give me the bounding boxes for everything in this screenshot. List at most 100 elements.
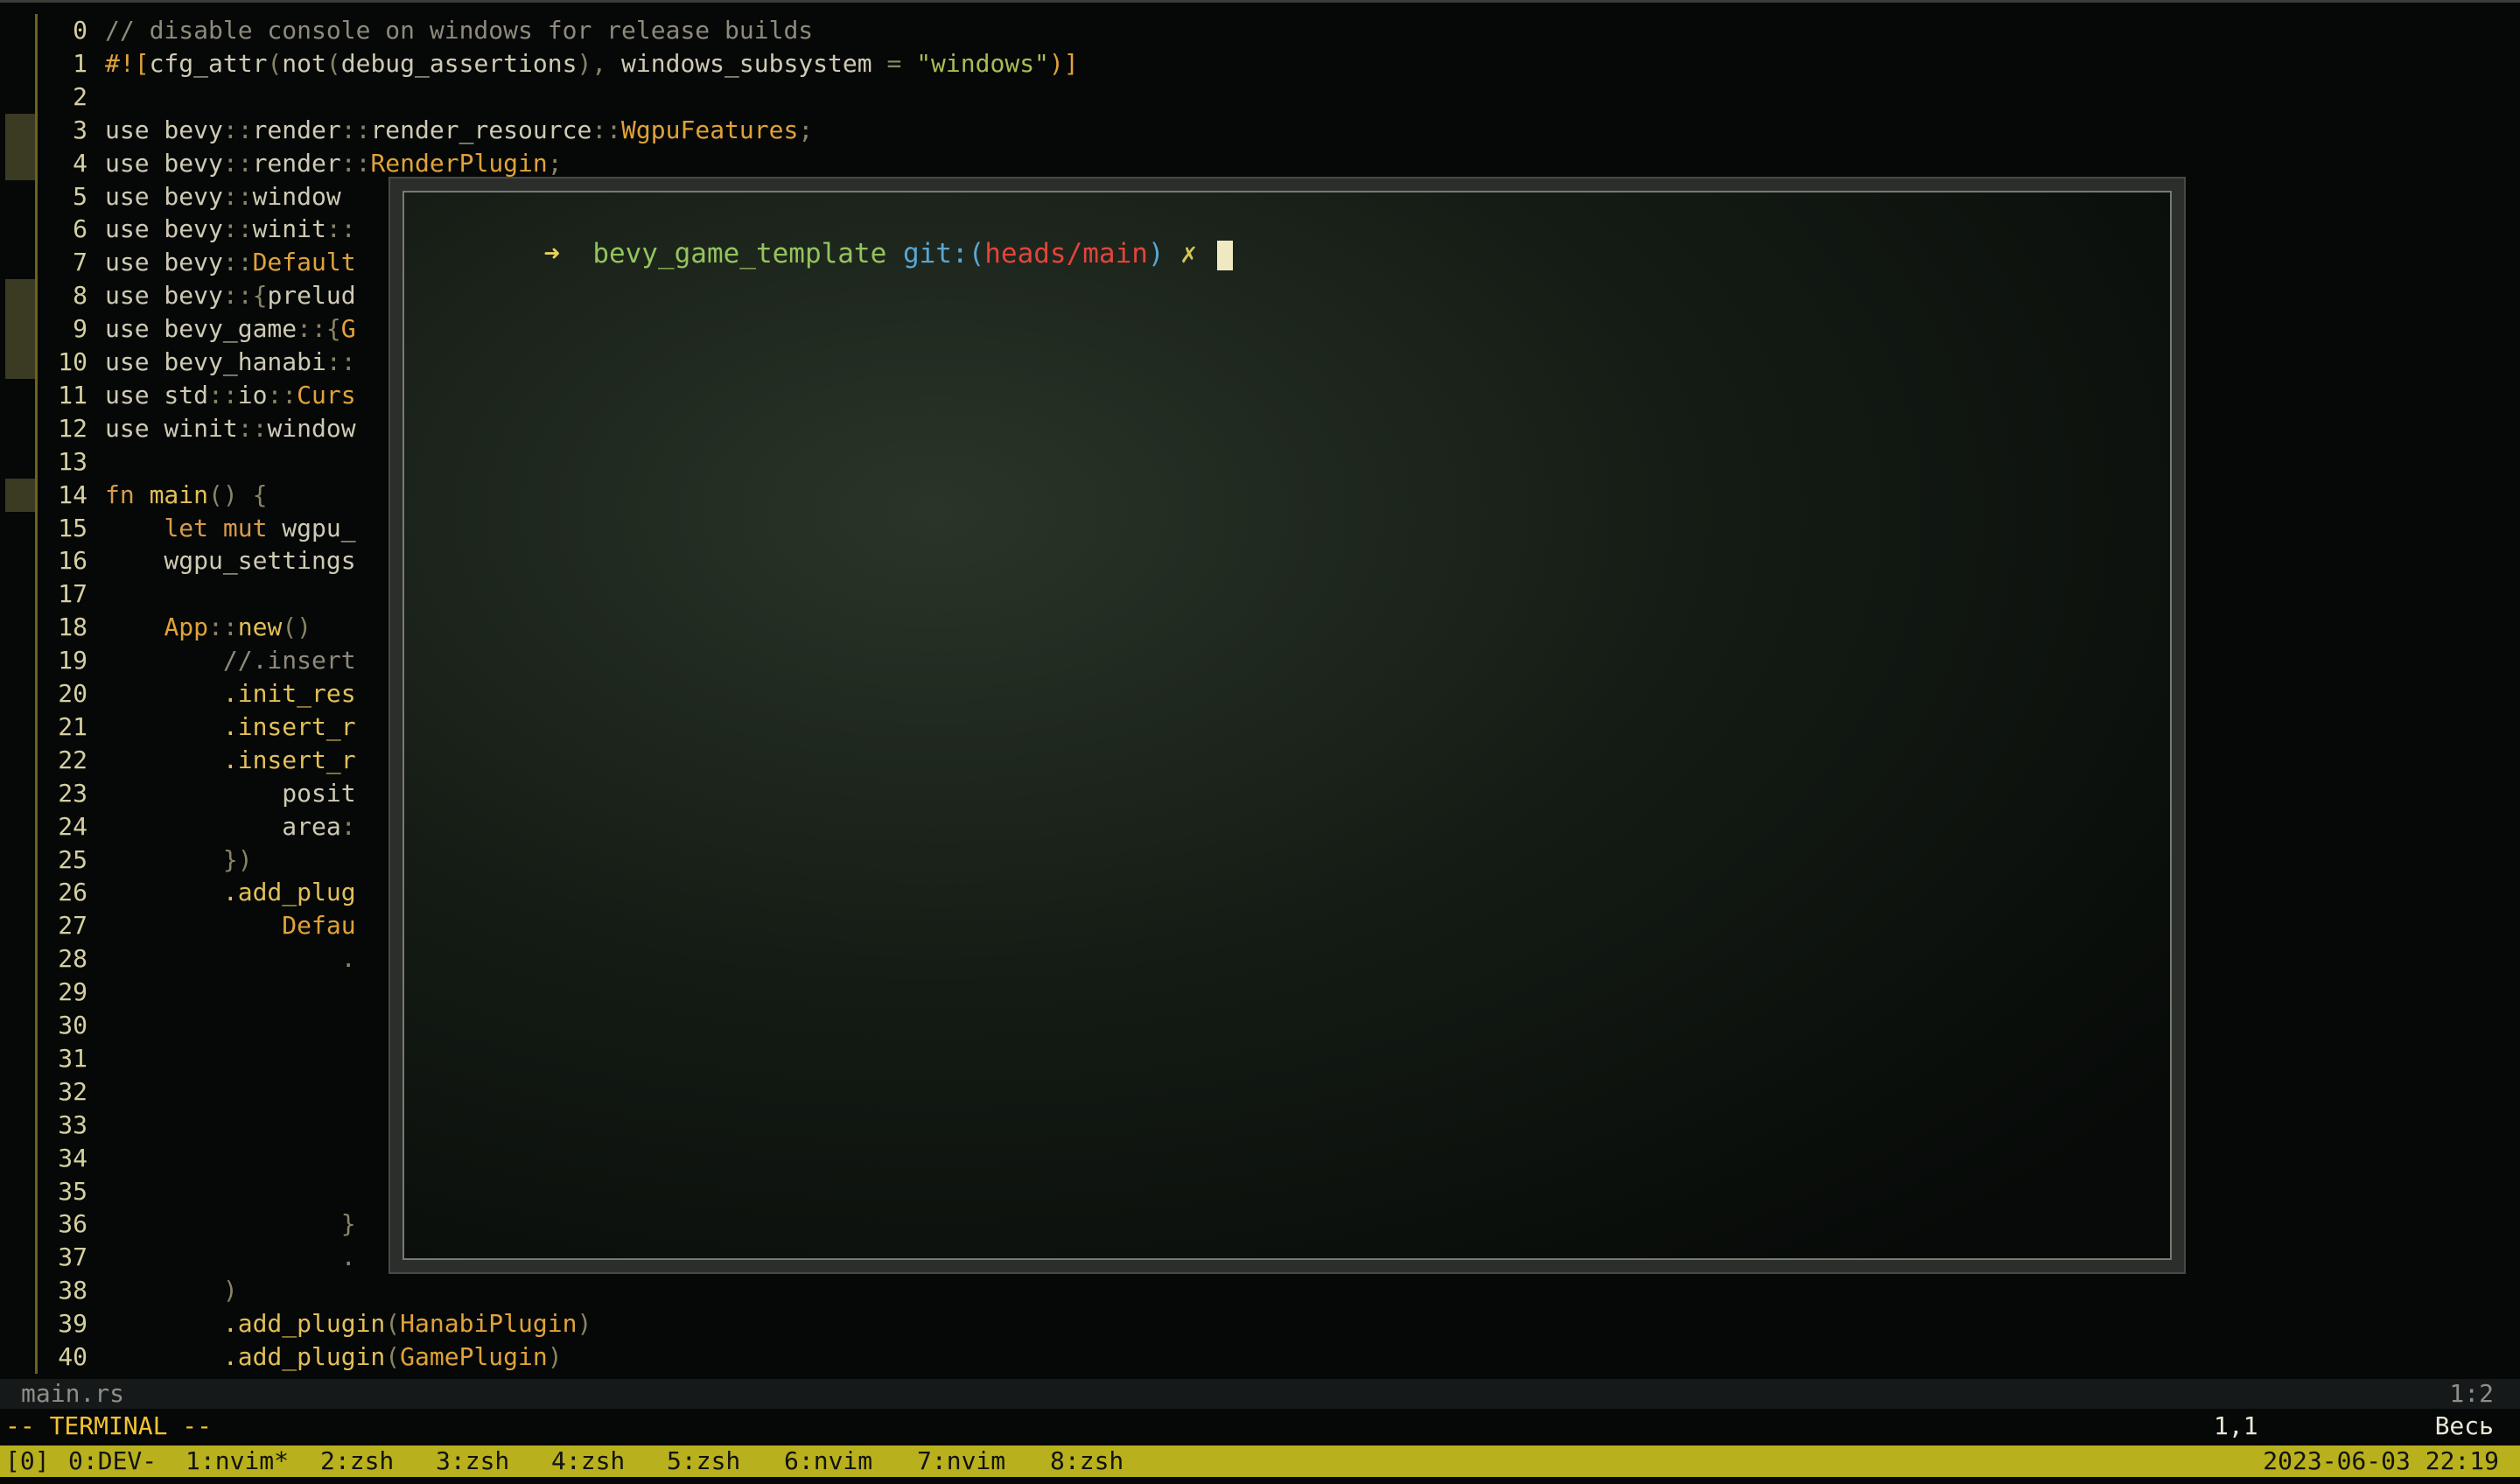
gutter-rule <box>35 710 38 744</box>
code-token: G <box>340 314 356 344</box>
tmux-window-1[interactable]: 1:nvim* <box>186 1446 289 1477</box>
code-token: .add_plugin <box>222 1342 386 1371</box>
code-line[interactable]: 2 <box>0 80 2520 114</box>
line-number: 18 <box>58 612 88 642</box>
floating-terminal-window[interactable]: ➜ bevy_game_template git:(heads/main) ✗ <box>388 177 2186 1274</box>
top-border <box>0 0 2520 3</box>
status-file-name: main.rs <box>21 1379 125 1408</box>
line-number: 3 <box>73 115 88 144</box>
tmux-window-7[interactable]: 7:nvim <box>917 1446 1005 1477</box>
code-token: use bevy <box>105 281 223 311</box>
code-token: .insert_r <box>222 745 356 774</box>
gutter-rule <box>35 411 38 445</box>
code-token: = <box>886 48 917 78</box>
code-text: // disable console on windows for releas… <box>105 14 813 47</box>
tmux-window-6[interactable]: 6:nvim <box>784 1446 872 1477</box>
code-token: :: <box>326 347 356 376</box>
tmux-window-2[interactable]: 2:zsh <box>320 1446 394 1477</box>
tmux-window-5[interactable]: 5:zsh <box>667 1446 740 1477</box>
gutter-rule <box>35 1108 38 1142</box>
gutter-rule <box>35 1208 38 1242</box>
line-number: 22 <box>58 745 88 774</box>
gutter-rule <box>35 1074 38 1109</box>
terminal-cursor[interactable] <box>1216 240 1233 270</box>
gutter-rule <box>35 1241 38 1275</box>
code-token: HanabiPlugin <box>400 1309 578 1339</box>
prompt-arrow-icon: ➜ <box>543 238 560 270</box>
cursor-position: 1,1 <box>2214 1411 2258 1440</box>
code-token: }) <box>222 844 253 874</box>
code-text: . <box>105 1241 356 1274</box>
code-text: use bevy::render::RenderPlugin; <box>105 147 563 180</box>
code-text: let mut wgpu_ <box>105 512 355 545</box>
code-token: ; <box>798 115 814 144</box>
code-token: WgpuFeatures <box>621 115 799 144</box>
code-line[interactable]: 0 // disable console on windows for relea… <box>0 14 2520 47</box>
code-text: }) <box>105 844 253 877</box>
code-token: :: <box>208 380 238 410</box>
code-token: :: <box>326 214 356 244</box>
code-token: use bevy <box>105 148 223 178</box>
gutter-rule <box>35 843 38 877</box>
terminal-pane[interactable]: ➜ bevy_game_template git:(heads/main) ✗ <box>402 191 2172 1260</box>
code-line[interactable]: 1 #![cfg_attr(not(debug_assertions), wind… <box>0 46 2520 80</box>
code-token: use std <box>105 380 209 410</box>
code-token: RenderPlugin <box>370 148 548 178</box>
tmux-window-0[interactable]: 0:DEV- <box>68 1446 157 1477</box>
gutter-rule <box>35 743 38 777</box>
code-text: .add_plugin(GamePlugin) <box>105 1340 563 1374</box>
code-token: . <box>340 1242 356 1272</box>
tmux-window-4[interactable]: 4:zsh <box>551 1446 625 1477</box>
code-text: . <box>105 942 356 976</box>
line-number: 33 <box>58 1110 88 1139</box>
code-line[interactable]: 4 use bevy::render::RenderPlugin; <box>0 146 2520 180</box>
code-text: ) <box>105 1274 238 1307</box>
code-text: use bevy::{prelud <box>105 279 356 312</box>
code-line[interactable]: 38 ) <box>0 1274 2520 1308</box>
gutter-rule <box>35 246 38 280</box>
git-change-marker <box>5 478 37 512</box>
code-token: winit <box>252 214 326 244</box>
code-token: ) <box>222 1276 238 1306</box>
code-line[interactable]: 39 .add_plugin(HanabiPlugin) <box>0 1307 2520 1341</box>
code-token: use bevy <box>105 214 223 244</box>
line-number: 8 <box>73 281 88 311</box>
line-number: 29 <box>58 977 88 1007</box>
code-token: // disable console on windows for releas… <box>105 16 814 45</box>
code-token: use bevy_game <box>105 314 298 344</box>
code-token: use bevy <box>105 115 223 144</box>
code-token: ::{ <box>222 281 268 311</box>
code-token: :: <box>267 380 298 410</box>
code-text: use bevy_game::{G <box>105 312 356 346</box>
code-token: area <box>105 811 341 841</box>
gutter-rule <box>35 511 38 545</box>
code-line[interactable]: 3 use bevy::render::render_resource::Wgpu… <box>0 113 2520 147</box>
line-number: 26 <box>58 878 88 907</box>
code-token: prelud <box>267 281 356 311</box>
code-line[interactable]: 40 .add_plugin(GamePlugin) <box>0 1340 2520 1374</box>
gutter-rule <box>35 213 38 247</box>
line-number: 14 <box>58 480 88 509</box>
git-change-marker <box>5 279 37 313</box>
scroll-indicator: Весь <box>2434 1411 2494 1440</box>
line-number: 21 <box>58 711 88 741</box>
tmux-window-3[interactable]: 3:zsh <box>436 1446 509 1477</box>
line-number: 31 <box>58 1043 88 1073</box>
code-token: App <box>164 612 209 642</box>
gutter-rule <box>35 578 38 612</box>
gutter-rule <box>35 1041 38 1075</box>
line-number: 16 <box>58 546 88 576</box>
gutter-rule <box>35 611 38 645</box>
code-token: .add_plug <box>222 878 356 907</box>
gutter-rule <box>35 46 38 80</box>
line-number: 19 <box>58 646 88 676</box>
git-change-marker <box>5 113 37 147</box>
code-text: .add_plugin(HanabiPlugin) <box>105 1307 592 1340</box>
gutter-rule <box>35 1307 38 1341</box>
tmux-window-8[interactable]: 8:zsh <box>1050 1446 1124 1477</box>
